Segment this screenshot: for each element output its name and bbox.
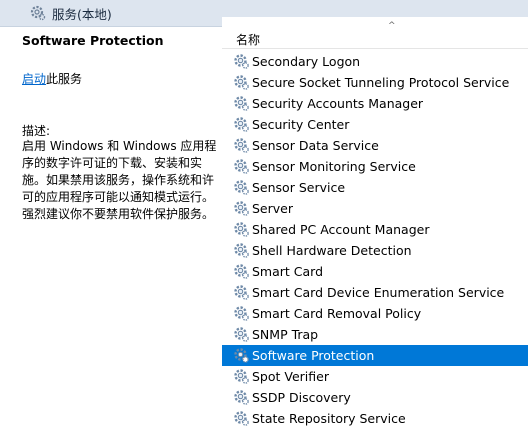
- service-row[interactable]: Security Accounts Manager: [222, 93, 528, 114]
- service-row-label: Shell Hardware Detection: [252, 243, 412, 258]
- description-label: 描述:: [22, 124, 51, 138]
- service-row-label: Sensor Service: [252, 180, 346, 195]
- service-row-label: Secondary Logon: [252, 54, 361, 69]
- service-row-label: Security Center: [252, 117, 350, 132]
- service-gear-icon: [233, 347, 250, 364]
- service-row[interactable]: Spot Verifier: [222, 366, 528, 387]
- gear-icon: [30, 5, 46, 21]
- service-gear-icon: [233, 137, 250, 154]
- service-row[interactable]: Smart Card Device Enumeration Service: [222, 282, 528, 303]
- service-row[interactable]: Smart Card: [222, 261, 528, 282]
- service-row-label: SNMP Trap: [252, 327, 319, 342]
- service-row[interactable]: Sensor Data Service: [222, 135, 528, 156]
- service-row[interactable]: Smart Card Removal Policy: [222, 303, 528, 324]
- service-gear-icon: [233, 74, 250, 91]
- name-column-label: 名称: [236, 33, 261, 47]
- service-row-label: Sensor Data Service: [252, 138, 379, 153]
- name-column-header[interactable]: ^ 名称: [222, 17, 528, 49]
- service-gear-icon: [233, 410, 250, 427]
- service-row-label: Secure Socket Tunneling Protocol Service: [252, 75, 510, 90]
- service-gear-icon: [233, 53, 250, 70]
- service-row-label: Smart Card Removal Policy: [252, 306, 422, 321]
- service-gear-icon: [233, 242, 250, 259]
- service-row-label: Software Protection: [252, 348, 375, 363]
- sort-ascending-icon: ^: [388, 21, 396, 31]
- service-row[interactable]: Software Protection: [222, 345, 528, 366]
- service-gear-icon: [233, 284, 250, 301]
- service-row[interactable]: Sensor Monitoring Service: [222, 156, 528, 177]
- service-name-title: Software Protection: [22, 33, 164, 48]
- start-service-suffix: 此服务: [46, 72, 83, 86]
- service-row-label: State Repository Service: [252, 411, 406, 426]
- service-gear-icon: [233, 368, 250, 385]
- start-service-line: 启动此服务: [22, 70, 82, 87]
- service-gear-icon: [233, 179, 250, 196]
- services-list-pane: ^ 名称 Secondary Logon Secure Socket Tunnel…: [222, 17, 528, 426]
- service-row-label: Spot Verifier: [252, 369, 329, 384]
- services-list: Secondary Logon Secure Socket Tunneling P…: [222, 51, 528, 429]
- service-gear-icon: [233, 200, 250, 217]
- service-gear-icon: [233, 221, 250, 238]
- service-description: 启用 Windows 和 Windows 应用程序的数字许可证的下载、安装和实施…: [22, 139, 217, 221]
- service-row-label: Smart Card: [252, 264, 324, 279]
- start-service-link[interactable]: 启动: [22, 72, 46, 86]
- service-row-label: Security Accounts Manager: [252, 96, 424, 111]
- service-gear-icon: [233, 158, 250, 175]
- service-row-label: Shared PC Account Manager: [252, 222, 430, 237]
- service-gear-icon: [233, 263, 250, 280]
- service-row[interactable]: Security Center: [222, 114, 528, 135]
- service-row[interactable]: Sensor Service: [222, 177, 528, 198]
- service-row[interactable]: Secure Socket Tunneling Protocol Service: [222, 72, 528, 93]
- service-detail-pane: Software Protection 启动此服务 描述: 启用 Windows…: [0, 27, 222, 418]
- service-row-label: Server: [252, 201, 293, 216]
- service-row-label: SSDP Discovery: [252, 390, 351, 405]
- service-row-label: Sensor Monitoring Service: [252, 159, 416, 174]
- service-gear-icon: [233, 305, 250, 322]
- service-row[interactable]: SNMP Trap: [222, 324, 528, 345]
- service-row[interactable]: Shared PC Account Manager: [222, 219, 528, 240]
- service-row[interactable]: SSDP Discovery: [222, 387, 528, 408]
- service-gear-icon: [233, 116, 250, 133]
- service-row[interactable]: Secondary Logon: [222, 51, 528, 72]
- service-row-label: Smart Card Device Enumeration Service: [252, 285, 505, 300]
- service-row[interactable]: State Repository Service: [222, 408, 528, 429]
- service-gear-icon: [233, 95, 250, 112]
- service-row[interactable]: Shell Hardware Detection: [222, 240, 528, 261]
- service-gear-icon: [233, 326, 250, 343]
- header-title: 服务(本地): [52, 6, 112, 22]
- service-row[interactable]: Server: [222, 198, 528, 219]
- service-gear-icon: [233, 389, 250, 406]
